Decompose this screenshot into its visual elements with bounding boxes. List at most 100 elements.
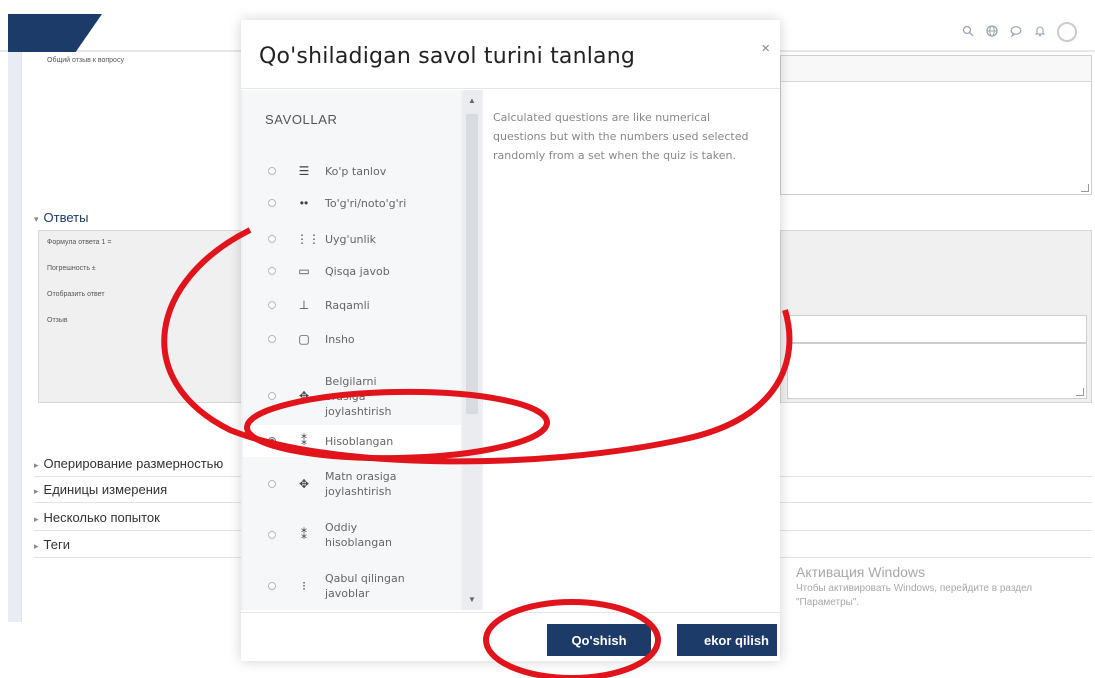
section-tags[interactable]: ▸ Теги: [34, 537, 70, 552]
radio-button[interactable]: [268, 480, 276, 488]
section-label: Несколько попыток: [43, 510, 160, 525]
globe-icon[interactable]: [985, 24, 999, 40]
essay-icon: ▢: [298, 332, 310, 346]
radio-button[interactable]: [268, 531, 276, 539]
cancel-button[interactable]: ekor qilish: [677, 624, 777, 656]
section-units-handling[interactable]: ▸ Оперирование размерностью: [34, 456, 223, 471]
multianswer-icon: ⁝: [302, 579, 306, 593]
scroll-up-arrow-icon[interactable]: ▲: [468, 96, 476, 105]
editor-toolbar: [781, 56, 1091, 82]
answer-formula-label: Формула ответа 1 =: [47, 239, 112, 246]
divider: [34, 530, 244, 531]
multichoice-icon: ☰: [298, 164, 310, 178]
ddmarker-icon: ✥: [298, 389, 310, 403]
general-feedback-label: Общий отзыв к вопросу: [47, 57, 124, 64]
avatar-icon[interactable]: [1057, 22, 1077, 42]
resize-grip[interactable]: [1076, 388, 1084, 396]
question-type-item[interactable]: •• To'g'ri/noto'g'ri: [243, 190, 461, 216]
question-type-item[interactable]: ▢ Insho: [243, 326, 461, 352]
divider: [241, 612, 780, 613]
chevron-right-icon: ▸: [34, 541, 39, 551]
resize-grip[interactable]: [1081, 184, 1089, 192]
answers-fieldset: Формула ответа 1 = Погрешность ± Отобраз…: [38, 230, 244, 403]
question-type-item[interactable]: ⊥ Raqamli: [243, 292, 461, 318]
question-type-description: Calculated questions are like numerical …: [493, 111, 749, 162]
dialog-title: Qo'shiladigan savol turini tanlang: [259, 44, 636, 69]
divider: [780, 476, 1092, 477]
display-answer-label: Отобразить ответ: [47, 291, 105, 298]
close-icon[interactable]: ×: [761, 40, 770, 57]
watermark-text: Чтобы активировать Windows, перейдите в …: [796, 583, 1033, 608]
question-type-item[interactable]: ▭ Qisqa javob: [243, 258, 461, 284]
section-label: Оперирование размерностью: [43, 456, 224, 471]
section-label: Теги: [43, 537, 70, 552]
divider: [780, 502, 1092, 503]
question-type-item[interactable]: ⁑ Oddiy hisoblangan: [243, 515, 461, 555]
chat-icon[interactable]: [1009, 25, 1023, 40]
section-multiple-tries[interactable]: ▸ Несколько попыток: [34, 510, 160, 525]
left-drawer-strip: [8, 52, 22, 622]
question-type-item[interactable]: Rasm orasiga: [243, 604, 461, 611]
bell-icon[interactable]: [1033, 25, 1047, 40]
divider: [780, 530, 1092, 531]
scrollbar[interactable]: ▲ ▼: [463, 90, 481, 610]
radio-button[interactable]: [268, 437, 276, 445]
answers-section-title: Ответы: [43, 210, 89, 225]
search-icon[interactable]: [961, 25, 975, 40]
divider: [34, 476, 244, 477]
question-type-item[interactable]: ⁑ Hisoblangan: [243, 425, 461, 457]
calculated-icon: ⁑: [301, 434, 307, 448]
navbar-icons: [961, 22, 1077, 42]
radio-button[interactable]: [268, 392, 276, 400]
radio-button[interactable]: [268, 199, 276, 207]
truefalse-icon: ••: [299, 196, 309, 210]
scroll-down-arrow-icon[interactable]: ▼: [468, 595, 476, 604]
question-type-list[interactable]: SAVOLLAR ☰ Ko'p tanlov •• To'g'ri/noto'g'ri…: [243, 90, 461, 610]
divider: [241, 88, 780, 89]
answer-feedback-toolbar: [787, 315, 1087, 343]
answer-feedback-editor[interactable]: [787, 343, 1087, 399]
question-type-label: Belgilarni orasiga joylashtirish: [325, 374, 392, 418]
question-type-label: Rasm orasiga: [325, 607, 400, 611]
divider: [34, 557, 244, 558]
section-units[interactable]: ▸ Единицы измерения: [34, 482, 167, 497]
radio-button[interactable]: [268, 267, 276, 275]
question-type-label: To'g'ri/noto'g'ri: [325, 196, 407, 210]
shortanswer-icon: ▭: [298, 264, 310, 278]
chevron-down-icon: ▾: [34, 214, 39, 224]
question-type-label: Qabul qilingan javoblar: [325, 572, 405, 600]
numerical-icon: ⊥: [298, 298, 310, 312]
add-button[interactable]: Qo'shish: [547, 624, 651, 656]
question-type-item[interactable]: ✥ Matn orasiga joylashtirish: [243, 466, 461, 502]
chevron-right-icon: ▸: [34, 486, 39, 496]
question-type-item[interactable]: ☰ Ko'p tanlov: [243, 158, 461, 184]
question-type-label: Raqamli: [325, 298, 370, 312]
radio-button[interactable]: [268, 301, 276, 309]
question-type-label: Insho: [325, 332, 355, 346]
answers-fieldset-right: [780, 230, 1092, 403]
question-type-item[interactable]: ⁝ Qabul qilingan javoblar: [243, 566, 461, 606]
radio-button[interactable]: [268, 235, 276, 243]
windows-activation-watermark: Активация Windows Чтобы активировать Win…: [796, 564, 1086, 610]
general-feedback-editor[interactable]: [780, 55, 1092, 195]
brand-logo[interactable]: [8, 14, 102, 52]
question-type-list-area: SAVOLLAR ☰ Ko'p tanlov •• To'g'ri/noto'g'ri…: [241, 90, 483, 610]
question-type-label: Uyg'unlik: [325, 232, 376, 246]
question-type-label: Matn orasiga joylashtirish: [325, 470, 397, 498]
question-type-label: Ko'p tanlov: [325, 164, 387, 178]
radio-button[interactable]: [268, 167, 276, 175]
question-type-item[interactable]: ✥ Belgilarni orasiga joylashtirish: [243, 374, 461, 418]
question-type-label: Qisqa javob: [325, 264, 390, 278]
matching-icon: ⋮⋮: [296, 232, 320, 246]
chevron-right-icon: ▸: [34, 514, 39, 524]
question-type-label: Oddiy hisoblangan: [325, 521, 392, 549]
tolerance-label: Погрешность ±: [47, 265, 96, 272]
scrollbar-thumb[interactable]: [466, 114, 478, 414]
watermark-title: Активация Windows: [796, 564, 926, 580]
divider: [34, 502, 244, 503]
answers-section-header[interactable]: ▾ Ответы: [34, 210, 88, 225]
radio-button[interactable]: [268, 335, 276, 343]
radio-button[interactable]: [268, 582, 276, 590]
question-type-chooser-dialog: Qo'shiladigan savol turini tanlang × SAV…: [241, 20, 780, 661]
question-type-item[interactable]: ⋮⋮ Uyg'unlik: [243, 226, 461, 252]
